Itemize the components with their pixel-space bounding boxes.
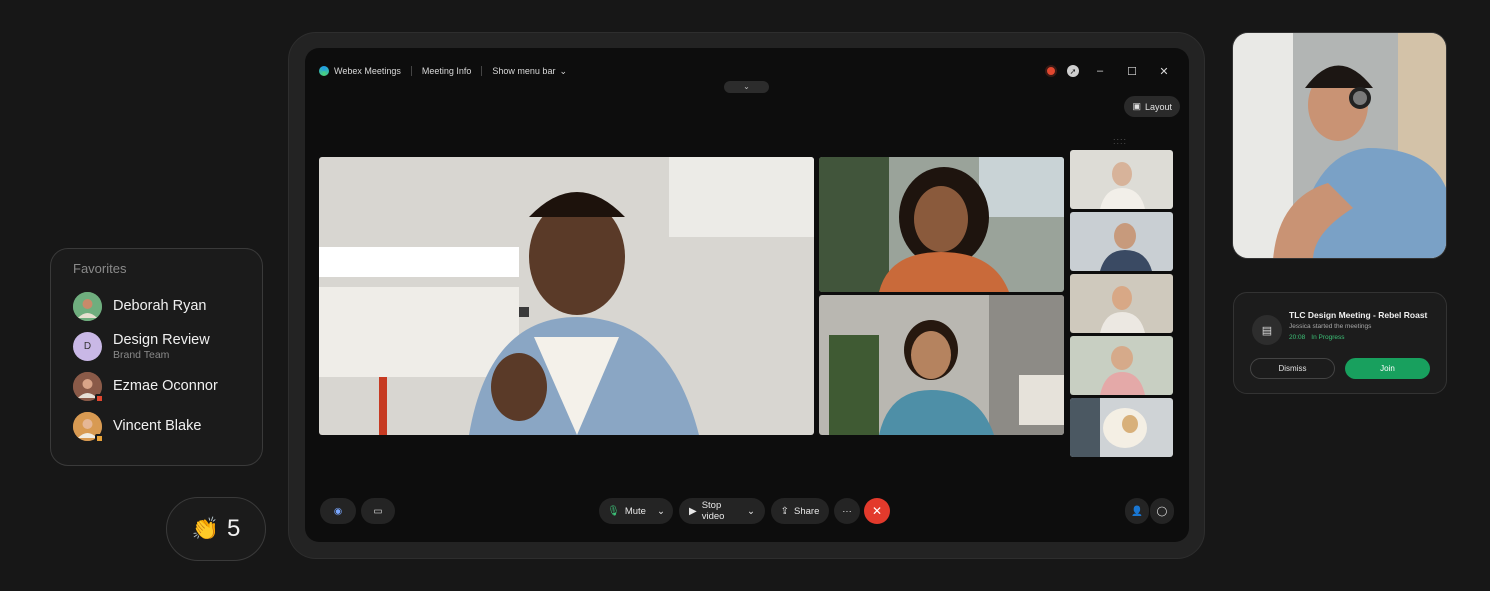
reaction-count: 5	[227, 515, 241, 542]
favorite-item-design-review[interactable]: D Design Review Brand Team	[73, 326, 240, 366]
maximize-button[interactable]: ☐	[1121, 65, 1143, 78]
participant-video	[1070, 274, 1173, 333]
stop-video-button[interactable]: ▶ Stop video ⌄	[679, 498, 765, 524]
main-video-tile[interactable]	[319, 157, 814, 435]
window-controls: ➚ – ☐ ✕	[1045, 62, 1175, 80]
presence-badge	[95, 433, 104, 443]
share-label: Share	[794, 505, 820, 517]
chevron-down-icon: ⌄	[656, 505, 665, 517]
favorite-name: Design Review	[113, 331, 210, 348]
participants-button[interactable]: 👤	[1125, 498, 1149, 524]
participant-video	[319, 157, 814, 435]
layout-icon: ▣	[1132, 101, 1141, 111]
end-call-button[interactable]: ✕	[864, 498, 890, 524]
chevron-down-icon: ⌄	[743, 82, 750, 91]
dismiss-button[interactable]: Dismiss	[1250, 358, 1335, 379]
ai-assistant-button[interactable]: ◉	[320, 498, 356, 524]
notification-time: 20:08	[1289, 334, 1306, 341]
favorite-item-ezmae-oconnor[interactable]: Ezmae Oconnor	[73, 366, 240, 406]
notification-status-text: In Progress	[1311, 334, 1345, 341]
title-bar: Webex Meetings Meeting Info Show menu ba…	[319, 62, 1175, 80]
layout-button[interactable]: ▣ Layout	[1124, 96, 1180, 117]
close-icon: ✕	[871, 504, 883, 518]
favorite-name: Vincent Blake	[113, 418, 202, 434]
join-button[interactable]: Join	[1345, 358, 1430, 379]
avatar	[73, 291, 102, 321]
app-name: Webex Meetings	[334, 66, 401, 76]
participant-video	[1070, 150, 1173, 209]
meeting-window: Webex Meetings Meeting Info Show menu ba…	[305, 48, 1189, 542]
minimize-button[interactable]: –	[1089, 65, 1111, 77]
participant-video	[819, 157, 1064, 292]
chevron-down-icon: ⌄	[747, 505, 755, 517]
chat-button[interactable]: ◯	[1150, 498, 1174, 524]
show-menu-bar-button[interactable]: Show menu bar ⌄	[492, 66, 567, 77]
mute-button[interactable]: 🎙 Mute ⌄	[599, 498, 673, 524]
favorite-item-vincent-blake[interactable]: Vincent Blake	[73, 406, 240, 446]
participant-video	[1070, 212, 1173, 271]
favorites-title: Favorites	[73, 261, 127, 276]
notification-subtitle: Jessica started the meetings	[1289, 323, 1372, 330]
video-tile[interactable]	[1070, 212, 1173, 271]
captions-button[interactable]: ▭	[361, 498, 395, 524]
participant-video	[1070, 336, 1173, 395]
divider	[410, 66, 412, 76]
chevron-down-icon: ⌄	[559, 65, 567, 76]
person-photo	[1233, 33, 1446, 258]
layout-label: Layout	[1144, 101, 1172, 112]
more-icon: ···	[842, 505, 852, 517]
favorites-panel: Favorites Deborah Ryan D Design Review B…	[50, 248, 263, 466]
divider	[481, 66, 483, 76]
avatar: D	[73, 331, 102, 361]
video-camera-icon: ▶	[689, 505, 697, 517]
calendar-icon: ▤	[1252, 315, 1282, 345]
share-icon: ⇪	[780, 505, 790, 517]
chat-icon: ◯	[1156, 505, 1168, 517]
favorite-item-deborah-ryan[interactable]: Deborah Ryan	[73, 286, 240, 326]
recording-icon[interactable]	[1045, 65, 1057, 77]
notification-title: TLC Design Meeting - Rebel Roast	[1289, 310, 1428, 320]
captions-icon: ▭	[373, 505, 383, 517]
person-icon: 👤	[1131, 505, 1143, 517]
video-tile[interactable]	[1070, 398, 1173, 457]
video-tile[interactable]	[1070, 274, 1173, 333]
show-menu-bar-label: Show menu bar	[492, 66, 556, 76]
drag-handle[interactable]: ::::	[1113, 136, 1127, 146]
participant-video	[1070, 398, 1173, 457]
avatar	[73, 411, 104, 443]
compass-icon[interactable]: ➚	[1067, 65, 1079, 77]
close-button[interactable]: ✕	[1153, 65, 1175, 78]
video-tile[interactable]	[819, 157, 1064, 292]
avatar	[73, 371, 104, 403]
collapse-header-button[interactable]: ⌄	[724, 81, 769, 93]
notification-status: 20:08 In Progress	[1289, 334, 1345, 341]
video-tile[interactable]	[1070, 150, 1173, 209]
meeting-controls: ◉ ▭ 🎙 Mute ⌄ ▶ Stop video ⌄ ⇪ Share ··· …	[305, 498, 1189, 524]
clapping-hands-icon: 👏	[191, 516, 220, 541]
meeting-info-button[interactable]: Meeting Info	[422, 66, 472, 76]
stop-video-label: Stop video	[701, 500, 725, 522]
favorite-subtitle: Brand Team	[113, 348, 170, 361]
avatar-initial: D	[83, 340, 92, 352]
favorite-name: Ezmae Oconnor	[113, 378, 218, 394]
video-tile[interactable]	[819, 295, 1064, 435]
favorite-name: Deborah Ryan	[113, 298, 207, 314]
microphone-icon: 🎙	[607, 505, 620, 517]
self-view-photo	[1232, 32, 1447, 259]
assistant-icon: ◉	[333, 505, 343, 517]
meeting-notification: ▤ TLC Design Meeting - Rebel Roast Jessi…	[1233, 292, 1447, 394]
mute-label: Mute	[624, 505, 646, 517]
reactions-pill[interactable]: 👏 5	[166, 497, 266, 561]
participant-video	[819, 295, 1064, 435]
video-tile[interactable]	[1070, 336, 1173, 395]
presence-badge	[95, 393, 104, 403]
share-button[interactable]: ⇪ Share	[771, 498, 829, 524]
webex-logo-icon	[319, 66, 329, 76]
more-options-button[interactable]: ···	[834, 498, 860, 524]
